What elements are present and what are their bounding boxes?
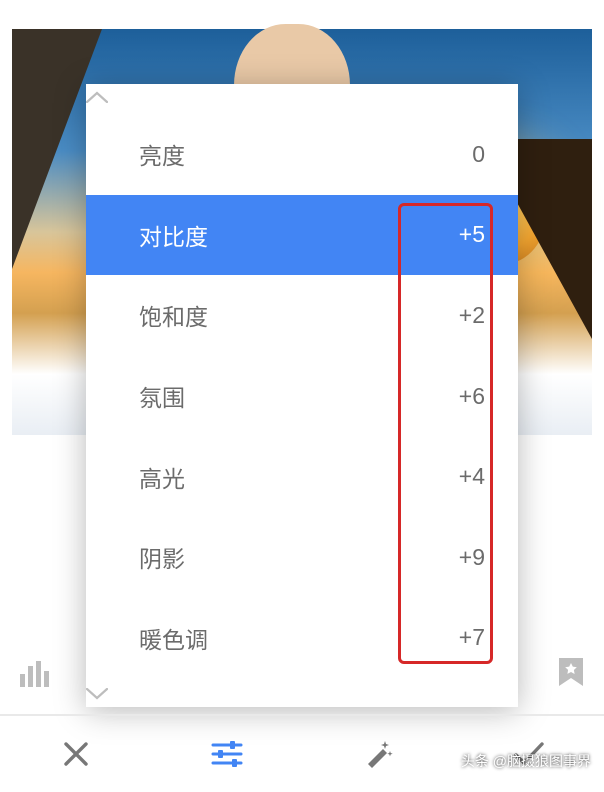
slider-label: 高光 (139, 460, 185, 494)
slider-list: 亮度 0 对比度 +5 饱和度 +2 氛围 +6 高光 +4 阴影 +9 暖色调… (86, 114, 518, 678)
slider-value: +9 (459, 544, 485, 571)
slider-value: +2 (459, 302, 485, 329)
bookmark-icon[interactable] (558, 657, 584, 687)
watermark-text: 头条 @脑摄狼图事界 (461, 751, 591, 771)
slider-label: 氛围 (139, 379, 185, 413)
slider-label: 亮度 (139, 137, 185, 171)
slider-item-saturation[interactable]: 饱和度 +2 (86, 275, 518, 356)
slider-value: 0 (472, 141, 485, 168)
close-button[interactable] (58, 736, 94, 772)
slider-item-highlights[interactable]: 高光 +4 (86, 436, 518, 517)
slider-item-brightness[interactable]: 亮度 0 (86, 114, 518, 195)
slider-item-ambiance[interactable]: 氛围 +6 (86, 356, 518, 437)
chevron-down-icon[interactable] (86, 688, 518, 700)
slider-value: +4 (459, 463, 485, 490)
slider-value: +6 (459, 383, 485, 410)
slider-item-warmth[interactable]: 暖色调 +7 (86, 598, 518, 679)
slider-value: +7 (459, 624, 485, 651)
adjustment-panel: 亮度 0 对比度 +5 饱和度 +2 氛围 +6 高光 +4 阴影 +9 暖色调… (86, 84, 518, 707)
chevron-up-icon[interactable] (86, 91, 518, 103)
slider-item-contrast[interactable]: 对比度 +5 (86, 195, 518, 276)
slider-label: 饱和度 (139, 298, 208, 332)
auto-wand-button[interactable] (360, 736, 396, 772)
slider-item-shadows[interactable]: 阴影 +9 (86, 517, 518, 598)
slider-label: 暖色调 (139, 621, 208, 655)
slider-value: +5 (459, 221, 485, 248)
slider-label: 阴影 (139, 540, 185, 574)
histogram-icon[interactable] (20, 661, 50, 687)
tune-button[interactable] (209, 736, 245, 772)
slider-label: 对比度 (139, 218, 208, 252)
